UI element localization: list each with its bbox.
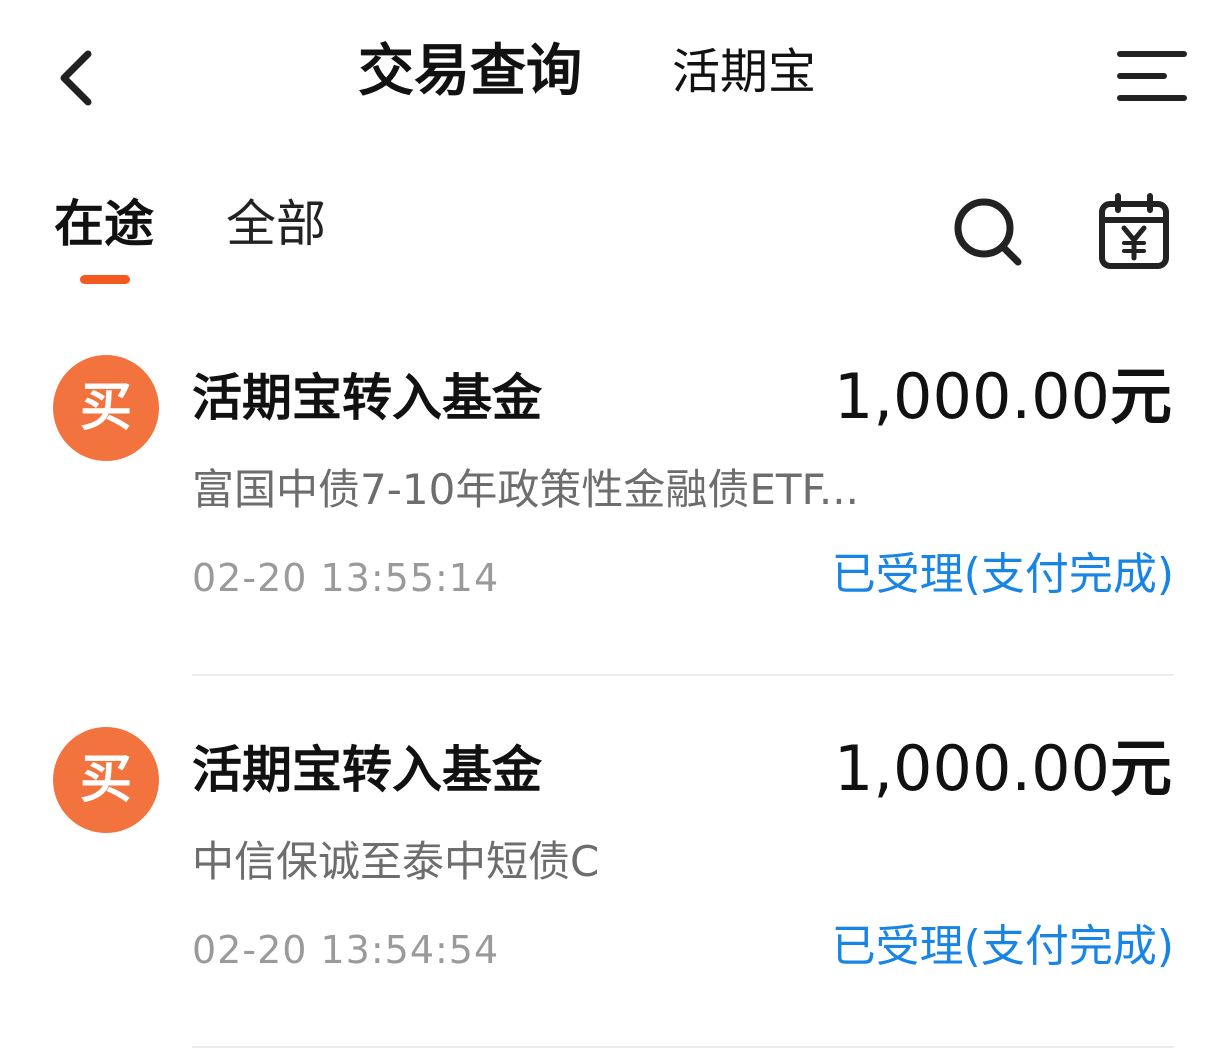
- search-button[interactable]: [948, 192, 1028, 272]
- transaction-time: 02-20 13:54:54: [192, 928, 500, 972]
- chevron-left-icon: [60, 50, 92, 106]
- tab-bar: 在途 全部: [0, 180, 1228, 290]
- date-filter-button[interactable]: [1094, 190, 1174, 274]
- transaction-amount: 1,000.00元: [834, 730, 1172, 808]
- transaction-time: 02-20 13:55:14: [192, 556, 500, 600]
- tab-in-transit[interactable]: 在途: [54, 192, 154, 256]
- calendar-yuan-icon: [1099, 193, 1169, 269]
- divider: [192, 1046, 1174, 1048]
- search-icon: [954, 198, 1022, 266]
- back-button[interactable]: [50, 42, 106, 114]
- transaction-list: 买 活期宝转入基金 1,000.00元 富国中债7-10年政策性金融债ETF..…: [0, 320, 1228, 1064]
- tab-all[interactable]: 全部: [226, 192, 326, 256]
- transaction-item[interactable]: 买 活期宝转入基金 1,000.00元 富国中债7-10年政策性金融债ETF..…: [0, 320, 1228, 692]
- amount-value: 1,000.00: [833, 360, 1110, 433]
- top-bar: 交易查询 活期宝: [0, 0, 1228, 150]
- transaction-title: 活期宝转入基金: [192, 369, 542, 427]
- menu-button[interactable]: [1112, 44, 1192, 108]
- transaction-status: 已受理(支付完成): [831, 549, 1174, 600]
- transaction-amount: 1,000.00元: [834, 358, 1172, 436]
- amount-unit: 元: [1109, 732, 1172, 805]
- transaction-item[interactable]: 买 活期宝转入基金 1,000.00元 中信保诚至泰中短债C 02-20 13:…: [0, 692, 1228, 1064]
- account-subtitle[interactable]: 活期宝: [672, 40, 816, 104]
- transaction-status: 已受理(支付完成): [831, 921, 1174, 972]
- menu-icon: [1117, 51, 1187, 101]
- fund-name: 中信保诚至泰中短债C: [192, 837, 600, 886]
- fund-name: 富国中债7-10年政策性金融债ETF...: [192, 465, 859, 514]
- transaction-title: 活期宝转入基金: [192, 741, 542, 799]
- buy-badge: 买: [53, 727, 159, 833]
- divider: [192, 674, 1174, 676]
- amount-value: 1,000.00: [833, 732, 1110, 805]
- active-tab-indicator: [80, 275, 130, 284]
- buy-badge: 买: [53, 355, 159, 461]
- page-title: 交易查询: [358, 39, 582, 104]
- amount-unit: 元: [1109, 360, 1172, 433]
